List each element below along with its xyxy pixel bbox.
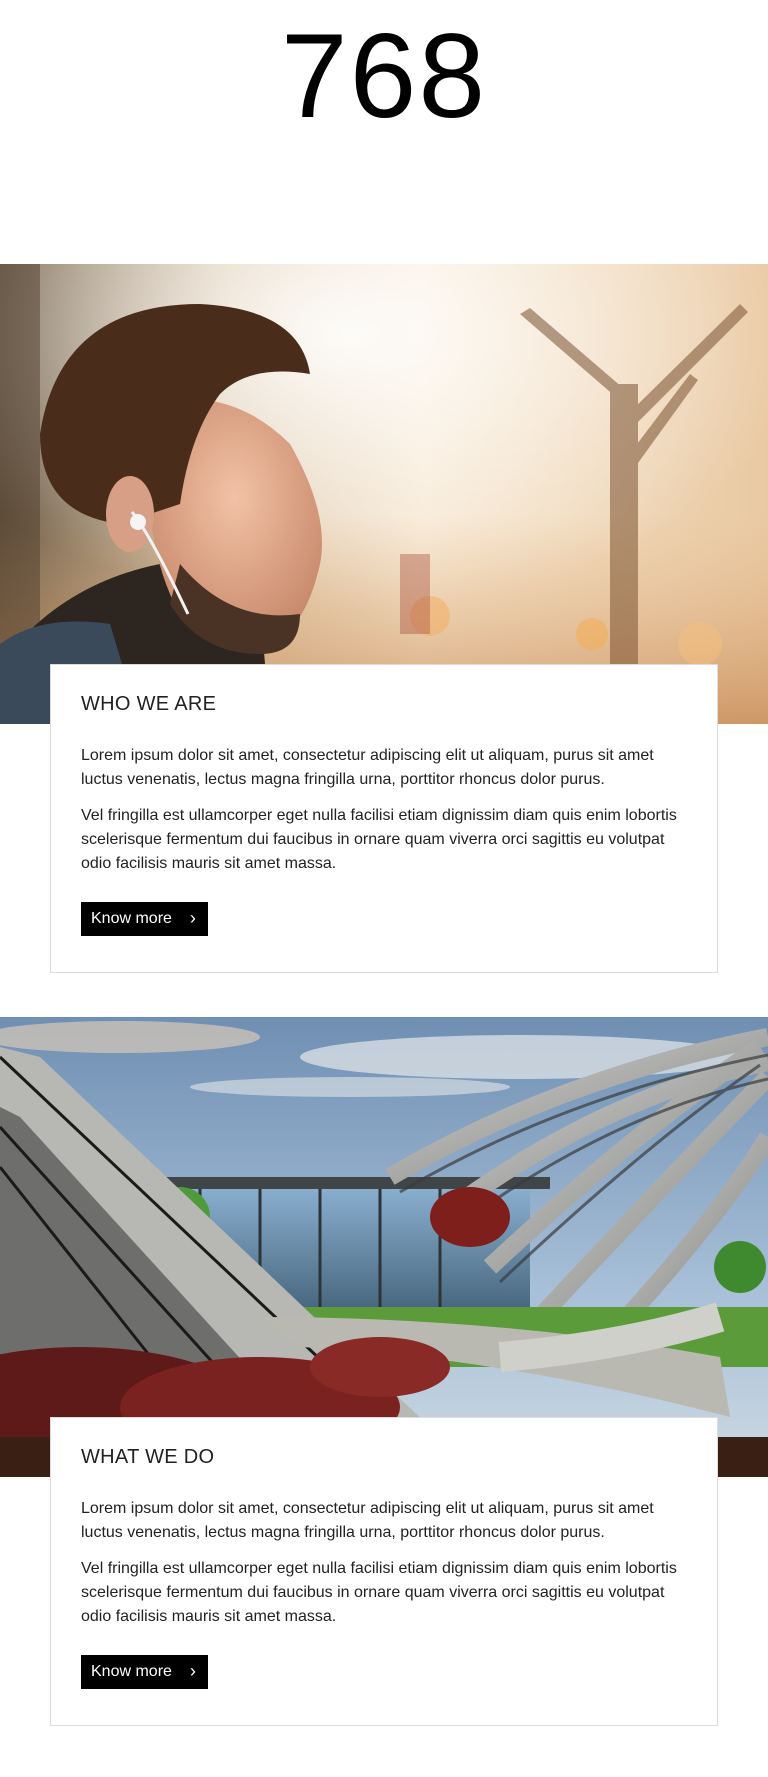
section-title: WHO WE ARE: [81, 693, 217, 715]
button-label: Know more: [91, 910, 172, 927]
section-paragraph: Lorem ipsum dolor sit amet, consectetur …: [81, 1500, 654, 1541]
chevron-right-icon: ›: [189, 908, 196, 928]
section-paragraph: Lorem ipsum dolor sit amet, consectetur …: [81, 747, 654, 788]
hero-image-man-with-earphones: [0, 264, 768, 724]
know-more-button[interactable]: Know more ›: [81, 902, 208, 936]
chevron-right-icon: ›: [189, 1661, 196, 1681]
who-we-are-card: WHO WE ARE Lorem ipsum dolor sit amet, c…: [50, 664, 718, 973]
section-paragraph: Vel fringilla est ullamcorper eget nulla…: [81, 1560, 677, 1625]
hero-image-modern-building: [0, 1017, 768, 1477]
know-more-button[interactable]: Know more ›: [81, 1655, 208, 1689]
button-label: Know more: [91, 1663, 172, 1680]
viewport-width-heading: 768: [280, 9, 488, 143]
what-we-do-card: WHAT WE DO Lorem ipsum dolor sit amet, c…: [50, 1417, 718, 1726]
section-title: WHAT WE DO: [81, 1446, 215, 1468]
section-paragraph: Vel fringilla est ullamcorper eget nulla…: [81, 807, 677, 872]
